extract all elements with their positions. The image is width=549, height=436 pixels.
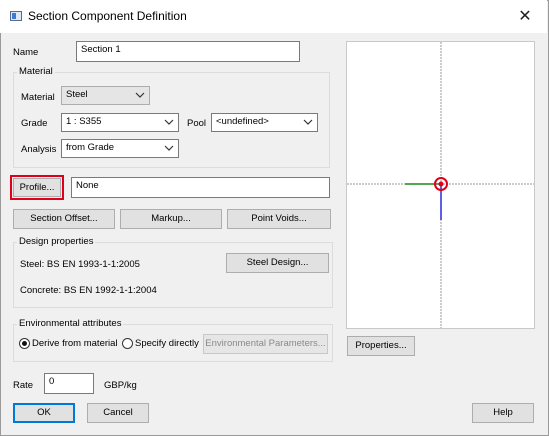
profile-input[interactable]: None [71, 177, 330, 198]
analysis-select[interactable]: from Grade [61, 139, 179, 158]
material-select[interactable]: Steel [61, 86, 150, 105]
rate-label: Rate [13, 380, 34, 391]
design-properties-group [13, 242, 333, 308]
ok-button[interactable]: OK [13, 403, 75, 423]
grade-label: Grade [21, 118, 48, 129]
name-label: Name [13, 47, 39, 58]
design-properties-title: Design properties [17, 236, 96, 247]
preview-canvas [347, 42, 534, 328]
profile-button[interactable]: Profile... [13, 178, 61, 197]
derive-from-material-label[interactable]: Derive from material [32, 338, 118, 349]
derive-from-material-radio[interactable] [19, 338, 30, 349]
cancel-button[interactable]: Cancel [87, 403, 149, 423]
rate-unit: GBP/kg [104, 380, 137, 391]
markup-button[interactable]: Markup... [120, 209, 222, 229]
name-input[interactable]: Section 1 [76, 41, 300, 62]
rate-input[interactable]: 0 [44, 373, 94, 394]
chevron-down-icon [164, 145, 174, 151]
steel-design-code: Steel: BS EN 1993-1-1:2005 [20, 259, 140, 270]
pool-select[interactable]: <undefined> [211, 113, 318, 132]
chevron-down-icon [303, 119, 313, 125]
section-offset-button[interactable]: Section Offset... [13, 209, 115, 229]
chevron-down-icon [135, 92, 145, 98]
grade-select-value: 1 : S355 [66, 116, 102, 127]
analysis-select-value: from Grade [66, 142, 115, 153]
window-title: Section Component Definition [28, 9, 187, 23]
pool-label: Pool [187, 118, 207, 129]
title-bar: Section Component Definition ✕ [0, 0, 547, 33]
environmental-group-title: Environmental attributes [17, 318, 124, 329]
app-icon [10, 11, 22, 21]
analysis-label: Analysis [21, 144, 57, 155]
pool-select-value: <undefined> [216, 116, 269, 127]
point-voids-button[interactable]: Point Voids... [227, 209, 331, 229]
material-label: Material [21, 92, 55, 103]
close-button[interactable]: ✕ [503, 0, 547, 33]
properties-button[interactable]: Properties... [347, 336, 415, 356]
material-group-title: Material [17, 66, 55, 77]
section-preview [346, 41, 535, 329]
concrete-design-code: Concrete: BS EN 1992-1-1:2004 [20, 285, 157, 296]
help-button[interactable]: Help [472, 403, 534, 423]
origin-dot [438, 181, 444, 187]
grade-select[interactable]: 1 : S355 [61, 113, 179, 132]
specify-directly-radio[interactable] [122, 338, 133, 349]
environmental-parameters-button: Environmental Parameters... [203, 334, 328, 354]
steel-design-button[interactable]: Steel Design... [226, 253, 329, 273]
specify-directly-label[interactable]: Specify directly [135, 338, 199, 349]
material-select-value: Steel [66, 89, 88, 100]
chevron-down-icon [164, 119, 174, 125]
